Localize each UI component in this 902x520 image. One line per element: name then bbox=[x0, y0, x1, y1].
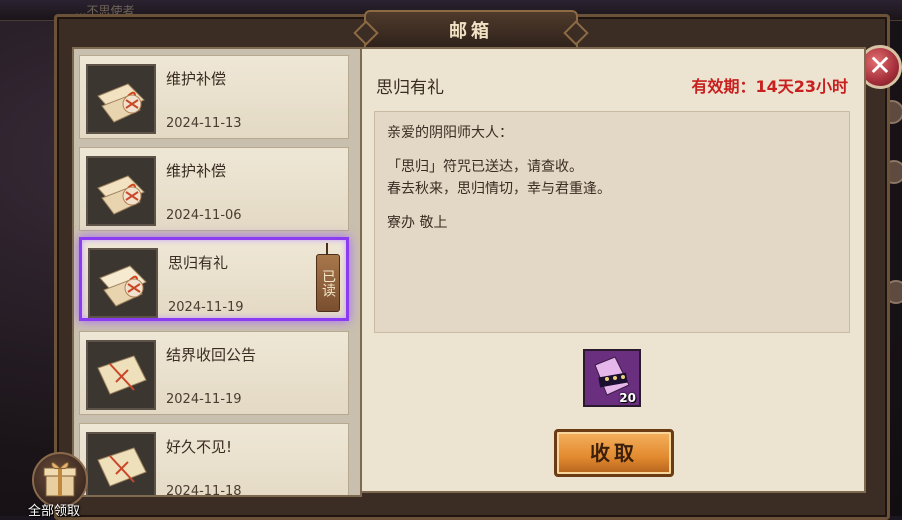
message-body: 亲爱的阴阳师大人： 「思归」符咒已送达，请查收。 春去秋来，思归情切，幸与君重逢… bbox=[374, 111, 850, 333]
mail-title: 结界收回公告 bbox=[166, 346, 257, 364]
mail-item[interactable]: 结界收回公告 2024-11-19 bbox=[79, 331, 349, 415]
close-icon: ✕ bbox=[868, 49, 892, 82]
mail-title: 维护补偿 bbox=[166, 70, 227, 88]
mail-item[interactable]: 维护补偿 2024-11-13 bbox=[79, 55, 349, 139]
mail-date: 2024-11-19 bbox=[166, 392, 242, 407]
mail-item-selected[interactable]: 思归有礼 2024-11-19 已读 bbox=[79, 237, 349, 321]
mail-detail: 思归有礼 有效期：14天23小时 亲爱的阴阳师大人： 「思归」符咒已送达，请查收… bbox=[360, 47, 866, 493]
package-icon bbox=[88, 248, 158, 318]
read-tag: 已读 bbox=[316, 243, 340, 312]
message-line: 亲爱的阴阳师大人： bbox=[387, 125, 513, 141]
expire-time: 有效期：14天23小时 bbox=[691, 77, 848, 96]
mail-date: 2024-11-19 bbox=[168, 300, 244, 315]
mail-date: 2024-11-06 bbox=[166, 208, 242, 223]
message-line: 春去秋来，思归情切，幸与君重逢。 bbox=[387, 181, 611, 197]
mail-date: 2024-11-18 bbox=[166, 484, 242, 497]
mail-item[interactable]: 好久不见! 2024-11-18 bbox=[79, 423, 349, 497]
mail-item[interactable]: 维护补偿 2024-11-06 bbox=[79, 147, 349, 231]
claim-all-button[interactable]: 全部领取 bbox=[22, 452, 102, 519]
claim-all-label: 全部领取 bbox=[28, 504, 81, 519]
package-icon bbox=[86, 64, 156, 134]
letter-icon bbox=[86, 340, 156, 410]
mail-list[interactable]: 维护补偿 2024-11-13 维护补偿 2024-11-06 思归有礼 202… bbox=[72, 47, 362, 497]
message-line: 寮办 敬上 bbox=[387, 215, 448, 231]
mail-title: 维护补偿 bbox=[166, 162, 227, 180]
package-icon bbox=[86, 156, 156, 226]
reward-count: 20 bbox=[619, 391, 636, 405]
mail-date: 2024-11-13 bbox=[166, 116, 242, 131]
mail-title: 思归有礼 bbox=[168, 254, 229, 272]
reward-item[interactable]: 20 bbox=[583, 349, 641, 407]
message-line: 「思归」符咒已送达，请查收。 bbox=[387, 159, 583, 175]
mail-title: 好久不见! bbox=[166, 438, 233, 456]
claim-button[interactable]: 收取 bbox=[554, 429, 674, 477]
detail-title: 思归有礼 bbox=[376, 78, 444, 98]
